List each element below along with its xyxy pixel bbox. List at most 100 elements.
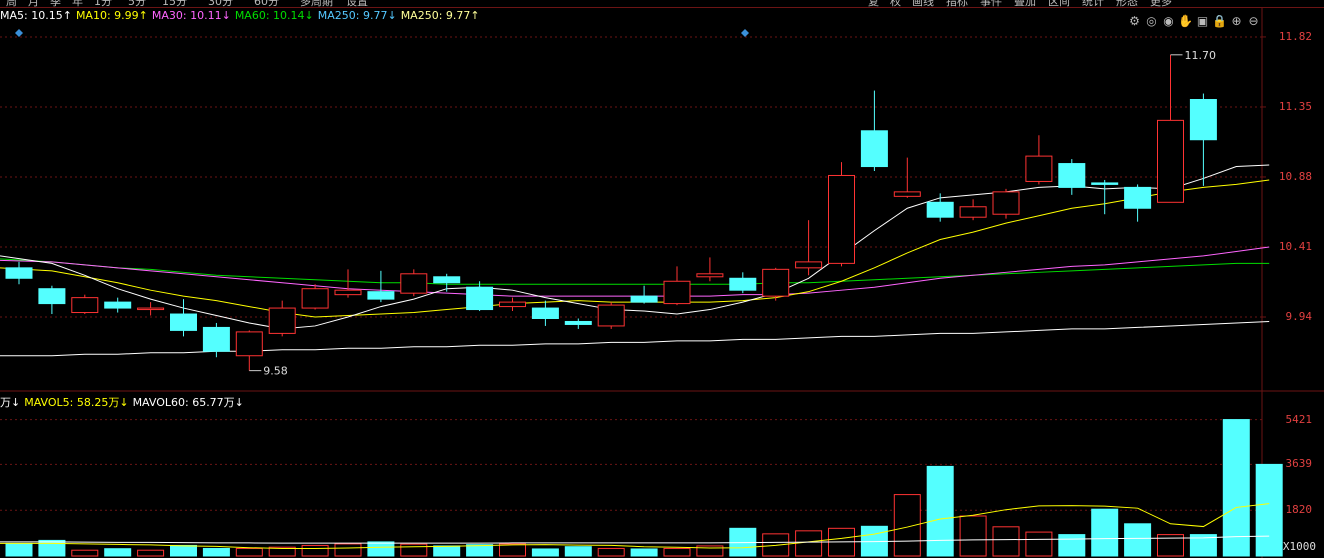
price-tick-label: 11.82	[1278, 29, 1312, 43]
ma-indicator-5: MA250: 9.77↑	[400, 9, 480, 22]
hand-icon[interactable]: ✋	[1177, 14, 1194, 28]
vol-indicator-0: 万↓	[0, 396, 21, 409]
candle-body	[499, 301, 526, 308]
candle-body	[367, 291, 395, 300]
candle-body	[926, 201, 954, 218]
candle-body	[137, 307, 165, 311]
volume-bar	[992, 526, 1020, 557]
ma60-line	[0, 258, 1270, 285]
candle-body	[729, 277, 757, 291]
lock-icon[interactable]: 🔒	[1211, 14, 1228, 28]
gear-icon[interactable]: ⚙	[1126, 14, 1143, 28]
candle-body	[959, 206, 987, 218]
volume-tick-label: 1820	[1285, 503, 1313, 517]
price-tick-label: 11.35	[1278, 99, 1312, 113]
candle-body	[38, 288, 66, 305]
price-tick-label: 9.94	[1285, 310, 1313, 323]
volume-bar	[71, 549, 99, 557]
candle-body	[992, 191, 1020, 215]
volume-bar	[235, 547, 263, 557]
volume-bar	[137, 549, 165, 557]
candle-body	[104, 301, 132, 309]
low-annotation: 9.58	[263, 365, 288, 378]
candle-body	[235, 331, 263, 357]
ma-indicator-1: MA10: 9.99↑	[75, 9, 148, 22]
volume-bar	[926, 465, 954, 557]
volume-bar	[959, 515, 987, 557]
volume-unit-label: X1000	[1282, 540, 1316, 553]
zoom-out-icon[interactable]: ⊖	[1245, 14, 1262, 28]
candle-body	[5, 267, 33, 279]
candle-body	[268, 307, 296, 334]
candle-body	[334, 289, 362, 296]
event-diamond-icon	[741, 29, 749, 37]
candle-body	[1124, 186, 1152, 209]
volume-bar	[400, 543, 428, 557]
ma30-line	[0, 246, 1270, 297]
volume-bar	[1058, 534, 1086, 557]
volume-bar	[597, 547, 625, 557]
volume-bar	[1124, 523, 1152, 557]
volume-bar	[564, 546, 592, 557]
stock-chart[interactable]: 11.70 9.58	[0, 0, 1324, 558]
candle-body	[1025, 155, 1053, 182]
candle-body	[433, 276, 461, 284]
candle-body	[795, 261, 823, 269]
volume-bar	[170, 544, 197, 557]
high-annotation: 11.70	[1185, 49, 1217, 62]
volume-bar	[1255, 463, 1283, 557]
volume-bar	[202, 547, 230, 557]
ma-indicator-bar: MA5: 10.15↑ MA10: 9.99↑ MA30: 10.11↓ MA60: …	[0, 9, 484, 25]
volume-bar	[499, 543, 526, 557]
volume-indicator-bar: 万↓ MAVOL5: 58.25万↓ MAVOL60: 65.77万↓	[0, 394, 248, 410]
volume-bar	[433, 545, 461, 557]
candle-body	[1091, 182, 1119, 185]
volume-bar	[1025, 531, 1053, 557]
candle-body	[597, 304, 625, 327]
volume-bar	[795, 530, 823, 557]
candle-body	[531, 307, 559, 319]
candle-body	[1189, 99, 1217, 141]
candle-body	[466, 286, 494, 311]
candle-body	[663, 280, 691, 305]
candle-body	[696, 273, 724, 278]
volume-bar	[104, 548, 132, 557]
volume-bar	[1091, 508, 1119, 557]
ma-indicator-0: MA5: 10.15↑	[0, 9, 72, 22]
ma-indicator-4: MA250: 9.77↓	[317, 9, 397, 22]
candle-body	[828, 174, 855, 264]
ma-indicator-3: MA60: 10.14↓	[234, 9, 314, 22]
chart-tools: ⚙ ◎ ◉ ✋ ▣ 🔒 ⊕ ⊖	[1126, 10, 1262, 29]
target-icon[interactable]: ◎	[1143, 14, 1160, 28]
volume-bar	[334, 543, 362, 557]
candle-body	[301, 288, 329, 309]
candle-body	[71, 297, 99, 314]
volume-bar	[5, 542, 33, 557]
zoom-in-icon[interactable]: ⊕	[1228, 14, 1245, 28]
volume-bar	[38, 539, 66, 557]
candle-body	[564, 320, 592, 325]
candle-body	[170, 313, 197, 331]
price-tick-label: 10.41	[1278, 239, 1312, 253]
price-tick-label: 10.88	[1278, 169, 1312, 183]
candle-body	[400, 273, 428, 294]
candle-body	[762, 268, 790, 297]
volume-bar	[301, 544, 329, 557]
volume-tick-label: 3639	[1285, 457, 1313, 471]
eye-icon[interactable]: ◉	[1160, 14, 1177, 28]
candle-body	[202, 326, 230, 352]
candle-body	[1058, 163, 1086, 188]
vol-indicator-2: MAVOL60: 65.77万↓	[132, 396, 244, 409]
candle-body	[1157, 119, 1184, 203]
volume-bar	[663, 547, 691, 557]
candle-body	[630, 295, 658, 303]
volume-bar	[531, 548, 559, 557]
volume-bar	[367, 541, 395, 557]
candle-body	[860, 130, 888, 168]
image-icon[interactable]: ▣	[1194, 14, 1211, 28]
volume-tick-label: 5421	[1285, 412, 1313, 426]
candle-body	[893, 191, 921, 197]
volume-bar	[630, 548, 658, 557]
vol-indicator-1: MAVOL5: 58.25万↓	[24, 396, 129, 409]
volume-bar	[1222, 419, 1250, 557]
